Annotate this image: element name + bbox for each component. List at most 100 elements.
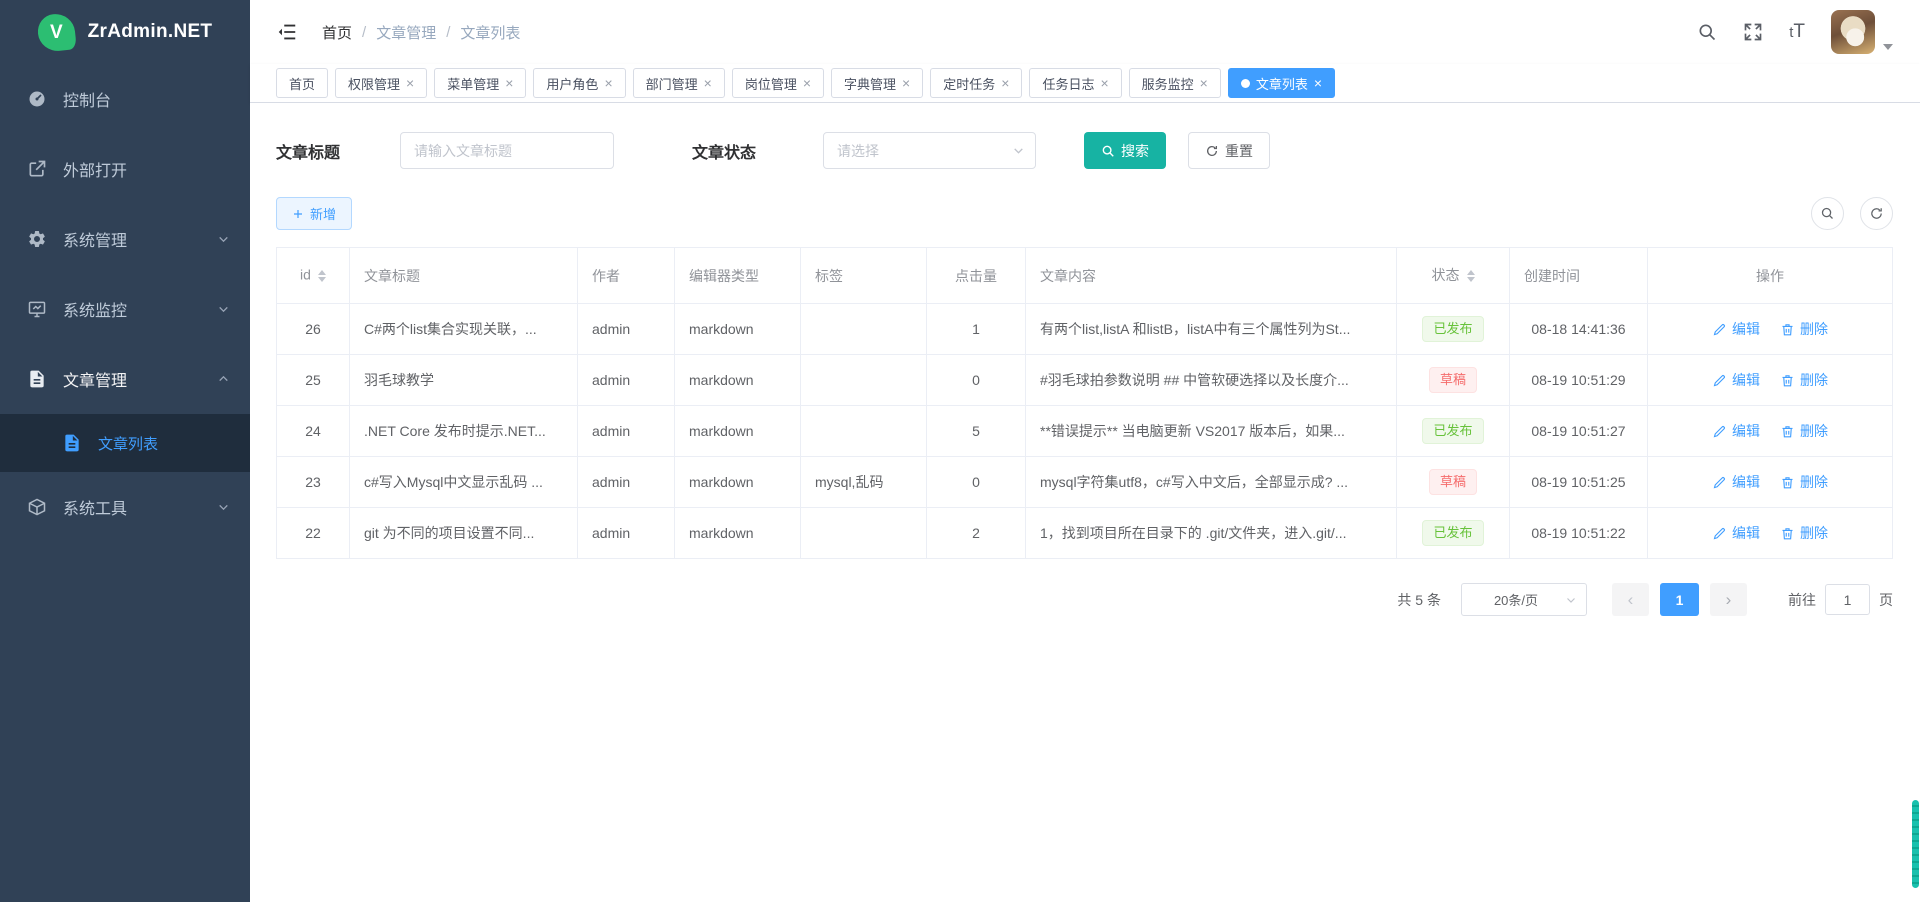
app-root: V ZrAdmin.NET 控制台 外部打开 系统管理 — [0, 0, 1920, 902]
cell-tags: mysql,乱码 — [801, 457, 927, 508]
close-icon[interactable]: × — [604, 76, 612, 90]
close-icon[interactable]: × — [1001, 76, 1009, 90]
tab-dictionary[interactable]: 字典管理× — [831, 68, 923, 98]
tab-article-list[interactable]: 文章列表× — [1228, 68, 1335, 98]
cell-id: 25 — [277, 355, 350, 406]
table-header-row: id 文章标题 作者 编辑器类型 标签 点击量 文章内容 状态 创建时间 操作 — [277, 248, 1893, 304]
articles-table: id 文章标题 作者 编辑器类型 标签 点击量 文章内容 状态 创建时间 操作 — [276, 247, 1893, 559]
sidebar-item-label: 外部打开 — [63, 157, 127, 181]
toggle-search-button[interactable] — [1811, 197, 1844, 230]
sidebar-item-system-tools[interactable]: 系统工具 — [0, 472, 250, 542]
scrollbar-thumb[interactable] — [1912, 800, 1919, 888]
close-icon[interactable]: × — [803, 76, 811, 90]
goto-page-input[interactable] — [1825, 584, 1870, 615]
pagination-total: 共 5 条 — [1397, 590, 1441, 610]
edit-link[interactable]: 编辑 — [1712, 319, 1760, 339]
sidebar-item-label: 系统工具 — [63, 495, 127, 519]
avatar[interactable] — [1831, 10, 1875, 54]
close-icon[interactable]: × — [505, 76, 513, 90]
tab-service-monitor[interactable]: 服务监控× — [1129, 68, 1221, 98]
delete-link[interactable]: 删除 — [1780, 319, 1828, 339]
column-header-id[interactable]: id — [277, 248, 350, 304]
cell-content: 有两个list,listA 和listB，listA中有三个属性列为St... — [1026, 304, 1397, 355]
edit-link[interactable]: 编辑 — [1712, 421, 1760, 441]
filter-form: 文章标题 文章状态 请选择 搜索 重置 — [276, 132, 1893, 169]
next-page-button[interactable]: › — [1710, 583, 1747, 616]
tab-permission[interactable]: 权限管理× — [335, 68, 427, 98]
delete-link[interactable]: 删除 — [1780, 370, 1828, 390]
cell-created: 08-19 10:51:25 — [1510, 457, 1648, 508]
cell-created: 08-19 10:51:29 — [1510, 355, 1648, 406]
sidebar-item-dashboard[interactable]: 控制台 — [0, 64, 250, 134]
search-icon[interactable] — [1697, 22, 1717, 42]
breadcrumb-home[interactable]: 首页 — [322, 22, 352, 43]
logo: V ZrAdmin.NET — [0, 0, 250, 64]
cell-author: admin — [578, 304, 675, 355]
cell-id: 24 — [277, 406, 350, 457]
search-button[interactable]: 搜索 — [1084, 132, 1166, 169]
cell-editor: markdown — [675, 406, 801, 457]
app-title: ZrAdmin.NET — [88, 21, 213, 43]
tab-home[interactable]: 首页 — [276, 68, 328, 98]
breadcrumb-section[interactable]: 文章管理 — [376, 22, 436, 43]
tab-task-log[interactable]: 任务日志× — [1029, 68, 1121, 98]
close-icon[interactable]: × — [1314, 76, 1322, 90]
edit-link[interactable]: 编辑 — [1712, 523, 1760, 543]
logo-icon: V — [36, 12, 77, 53]
cell-tags — [801, 508, 927, 559]
sort-carets-icon[interactable] — [318, 266, 326, 286]
column-header-author: 作者 — [578, 248, 675, 304]
delete-link[interactable]: 删除 — [1780, 421, 1828, 441]
sort-carets-icon[interactable] — [1467, 266, 1475, 286]
file-icon — [62, 433, 82, 453]
delete-link[interactable]: 删除 — [1780, 472, 1828, 492]
close-icon[interactable]: × — [1100, 76, 1108, 90]
edit-link[interactable]: 编辑 — [1712, 472, 1760, 492]
sidebar-item-system-management[interactable]: 系统管理 — [0, 204, 250, 274]
tab-department[interactable]: 部门管理× — [633, 68, 725, 98]
cell-status: 草稿 — [1397, 355, 1510, 406]
sidebar-toggle-icon[interactable] — [276, 21, 298, 43]
delete-link[interactable]: 删除 — [1780, 523, 1828, 543]
tab-post[interactable]: 岗位管理× — [732, 68, 824, 98]
cell-title: 羽毛球教学 — [350, 355, 578, 406]
sidebar-item-label: 文章管理 — [63, 367, 127, 391]
font-size-icon[interactable]: tT — [1789, 21, 1805, 43]
user-menu[interactable] — [1831, 10, 1893, 54]
tab-menu-management[interactable]: 菜单管理× — [434, 68, 526, 98]
sidebar-item-system-monitor[interactable]: 系统监控 — [0, 274, 250, 344]
article-status-select[interactable]: 请选择 — [823, 132, 1036, 169]
chevron-down-icon — [217, 303, 230, 316]
close-icon[interactable]: × — [1200, 76, 1208, 90]
close-icon[interactable]: × — [406, 76, 414, 90]
fullscreen-icon[interactable] — [1743, 22, 1763, 42]
edit-link[interactable]: 编辑 — [1712, 370, 1760, 390]
sidebar-item-article-list[interactable]: 文章列表 — [0, 414, 250, 472]
external-link-icon — [27, 159, 47, 179]
cell-created: 08-19 10:51:27 — [1510, 406, 1648, 457]
column-header-status[interactable]: 状态 — [1397, 248, 1510, 304]
table-row: 25 羽毛球教学 admin markdown 0 #羽毛球拍参数说明 ## 中… — [277, 355, 1893, 406]
tab-scheduled-task[interactable]: 定时任务× — [930, 68, 1022, 98]
add-button[interactable]: 新增 — [276, 197, 352, 230]
page-number-1[interactable]: 1 — [1660, 583, 1699, 616]
close-icon[interactable]: × — [902, 76, 910, 90]
reset-button[interactable]: 重置 — [1188, 132, 1270, 169]
sidebar-item-article-management[interactable]: 文章管理 — [0, 344, 250, 414]
article-title-input[interactable] — [400, 132, 614, 169]
cell-status: 草稿 — [1397, 457, 1510, 508]
sidebar: V ZrAdmin.NET 控制台 外部打开 系统管理 — [0, 0, 250, 902]
cell-clicks: 0 — [927, 457, 1026, 508]
prev-page-button[interactable]: ‹ — [1612, 583, 1649, 616]
column-header-content: 文章内容 — [1026, 248, 1397, 304]
close-icon[interactable]: × — [704, 76, 712, 90]
main-area: 首页 / 文章管理 / 文章列表 tT — [250, 0, 1920, 902]
page-size-select[interactable]: 20条/页 — [1461, 583, 1587, 616]
cell-id: 26 — [277, 304, 350, 355]
refresh-button[interactable] — [1860, 197, 1893, 230]
cell-status: 已发布 — [1397, 406, 1510, 457]
cell-clicks: 0 — [927, 355, 1026, 406]
tab-user-role[interactable]: 用户角色× — [533, 68, 625, 98]
sidebar-item-external-open[interactable]: 外部打开 — [0, 134, 250, 204]
chevron-down-icon — [1012, 144, 1025, 157]
